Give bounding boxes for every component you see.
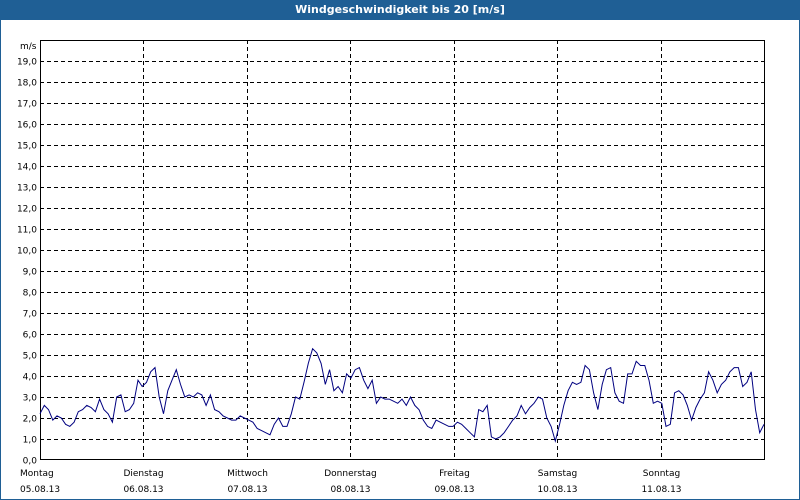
y-tick-label: 6,0	[23, 331, 38, 341]
y-tick-label: 1,0	[23, 436, 38, 446]
y-tick-label: 19,0	[17, 58, 37, 68]
x-axis-labels: Montag 05.08.13 Dienstag 06.08.13 Mittwoch 07…	[20, 469, 682, 495]
y-tick-label: 2,0	[23, 415, 38, 425]
y-axis-unit: m/s	[20, 42, 37, 52]
x-tick-day: Dienstag	[123, 469, 163, 479]
x-tick-day: Mittwoch	[227, 469, 268, 479]
y-tick-label: 3,0	[23, 394, 38, 404]
y-tick-label: 10,0	[17, 247, 37, 257]
plot-area-frame	[40, 40, 765, 460]
grid	[40, 40, 764, 460]
x-tick-day: Freitag	[439, 469, 470, 479]
y-tick-label: 5,0	[23, 352, 38, 362]
x-tick-date: 09.08.13	[434, 485, 474, 495]
x-tick-date: 11.08.13	[641, 485, 681, 495]
x-tick-date: 08.08.13	[330, 485, 370, 495]
x-tick-day: Montag	[20, 469, 54, 479]
y-tick-label: 9,0	[23, 268, 38, 278]
wind-speed-chart: m/s 0,0 1,0 2,0 3,0 4,0 5,0 6,0 7,0 8,0 9,0 10,0 11…	[17, 40, 765, 495]
y-tick-label: 12,0	[17, 205, 37, 215]
y-tick-label: 17,0	[17, 100, 37, 110]
y-tick-label: 8,0	[23, 289, 38, 299]
series-line	[39, 347, 765, 444]
x-tick-date: 10.08.13	[537, 485, 577, 495]
y-axis-labels: 0,0 1,0 2,0 3,0 4,0 5,0 6,0 7,0 8,0 9,0 10,0 11,0 12…	[17, 58, 37, 467]
y-tick-label: 0,0	[23, 457, 38, 467]
y-tick-label: 18,0	[17, 79, 37, 89]
y-tick-label: 16,0	[17, 121, 37, 131]
x-tick-day: Samstag	[538, 469, 577, 479]
x-tick-date: 06.08.13	[123, 485, 163, 495]
y-tick-label: 4,0	[23, 373, 38, 383]
y-tick-label: 11,0	[17, 226, 37, 236]
y-tick-label: 15,0	[17, 142, 37, 152]
y-tick-label: 14,0	[17, 163, 37, 173]
x-tick-day: Sonntag	[643, 469, 680, 479]
y-tick-label: 7,0	[23, 310, 38, 320]
y-tick-label: 13,0	[17, 184, 37, 194]
x-tick-date: 07.08.13	[227, 485, 267, 495]
x-tick-date: 05.08.13	[20, 485, 60, 495]
x-tick-day: Donnerstag	[324, 469, 377, 479]
